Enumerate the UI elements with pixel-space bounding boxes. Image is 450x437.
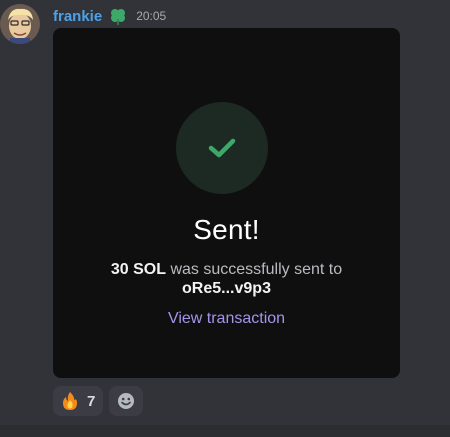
message-timestamp[interactable]: 20:05	[136, 9, 166, 23]
amount-text: 30 SOL	[110, 261, 167, 278]
smiley-icon	[118, 393, 135, 409]
checkmark-icon	[208, 138, 236, 158]
success-badge	[176, 102, 268, 194]
message-body-text: was successfully sent to	[166, 261, 343, 278]
clover-icon[interactable]	[108, 7, 128, 25]
avatar-image	[0, 4, 40, 44]
fire-emoji-icon	[63, 392, 77, 410]
avatar[interactable]	[0, 4, 40, 44]
bottom-divider	[0, 425, 450, 437]
recipient-address: oRe5...v9p3	[182, 280, 271, 297]
transaction-message: 30 SOL was successfully sent to oRe5...v…	[83, 260, 370, 298]
message-header: frankie 20:05	[53, 5, 166, 27]
reactions-bar: 7	[53, 386, 144, 416]
view-transaction-link[interactable]: View transaction	[53, 310, 400, 328]
transaction-card: Sent! 30 SOL was successfully sent to oR…	[53, 28, 400, 378]
reaction-count: 7	[87, 392, 96, 410]
add-reaction-button[interactable]	[109, 386, 144, 416]
sent-title: Sent!	[193, 214, 260, 245]
reaction-fire[interactable]: 7	[53, 386, 104, 416]
username[interactable]: frankie	[53, 8, 102, 25]
